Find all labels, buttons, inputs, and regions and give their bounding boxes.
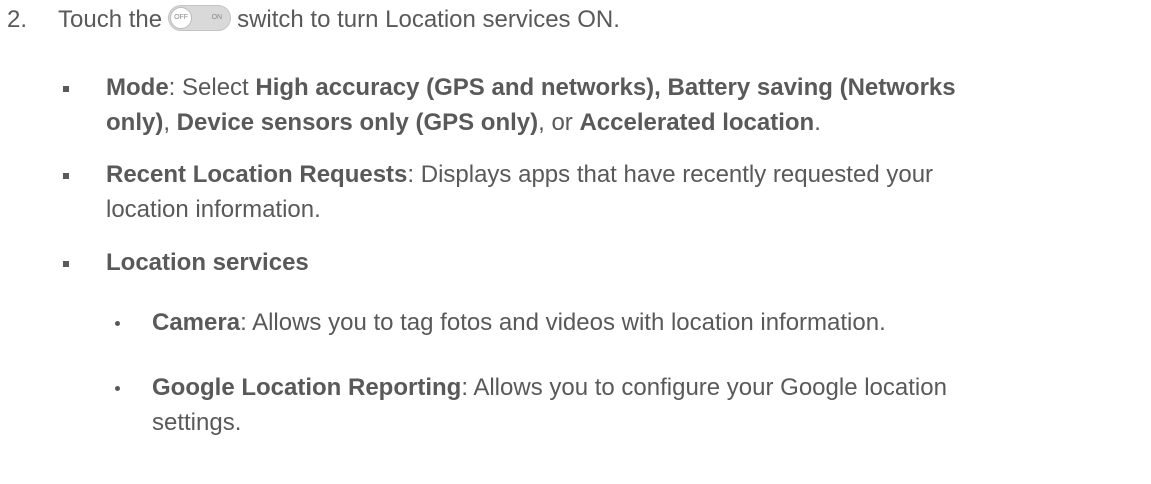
recent-term: Recent Location Requests (106, 161, 408, 188)
google-term: Google Location Reporting (152, 374, 462, 401)
camera-term: Camera (152, 309, 241, 336)
mode-line-1: Mode: Select High accuracy (GPS and netw… (106, 74, 956, 102)
dot-bullet-icon (115, 386, 120, 391)
services-line: Location services (106, 249, 309, 277)
mode-option-continuation: only) (106, 109, 164, 136)
recent-desc: : Displays apps that have recently reque… (407, 161, 934, 188)
camera-line: Camera: Allows you to tag fotos and vide… (152, 309, 886, 337)
mode-select-text: : Select (168, 74, 256, 101)
google-line-1: Google Location Reporting: Allows you to… (152, 374, 947, 402)
location-switch-icon: OFF ON (168, 4, 232, 31)
square-bullet-icon (63, 261, 69, 267)
step-number: 2. (7, 6, 28, 33)
mode-separator: , (163, 109, 177, 136)
switch-off-label: OFF (170, 6, 193, 29)
mode-term: Mode (106, 74, 169, 101)
mode-line-2: only), Device sensors only (GPS only), o… (106, 109, 821, 137)
step-text-before: Touch the (58, 6, 163, 33)
dot-bullet-icon (115, 321, 120, 326)
mode-separator-or: , or (538, 109, 580, 136)
camera-desc: : Allows you to tag fotos and videos wit… (240, 309, 886, 336)
mode-option-accelerated: Accelerated location (579, 109, 815, 136)
square-bullet-icon (63, 86, 69, 92)
square-bullet-icon (63, 173, 69, 179)
google-desc: : Allows you to configure your Google lo… (461, 374, 947, 401)
step-text: Touch the OFF ON switch to turn Location se… (58, 4, 620, 34)
google-line-2: settings. (152, 409, 242, 436)
recent-line-2: location information. (106, 196, 321, 223)
mode-option-device-sensors: Device sensors only (GPS only) (176, 109, 539, 136)
mode-option-high-accuracy: High accuracy (GPS and networks), Batter… (255, 74, 956, 101)
mode-period: . (814, 109, 821, 136)
recent-line-1: Recent Location Requests: Displays apps … (106, 161, 933, 189)
switch-on-label: ON (211, 13, 223, 21)
services-term: Location services (106, 249, 309, 276)
step-text-after: switch to turn Location services ON. (237, 6, 620, 33)
